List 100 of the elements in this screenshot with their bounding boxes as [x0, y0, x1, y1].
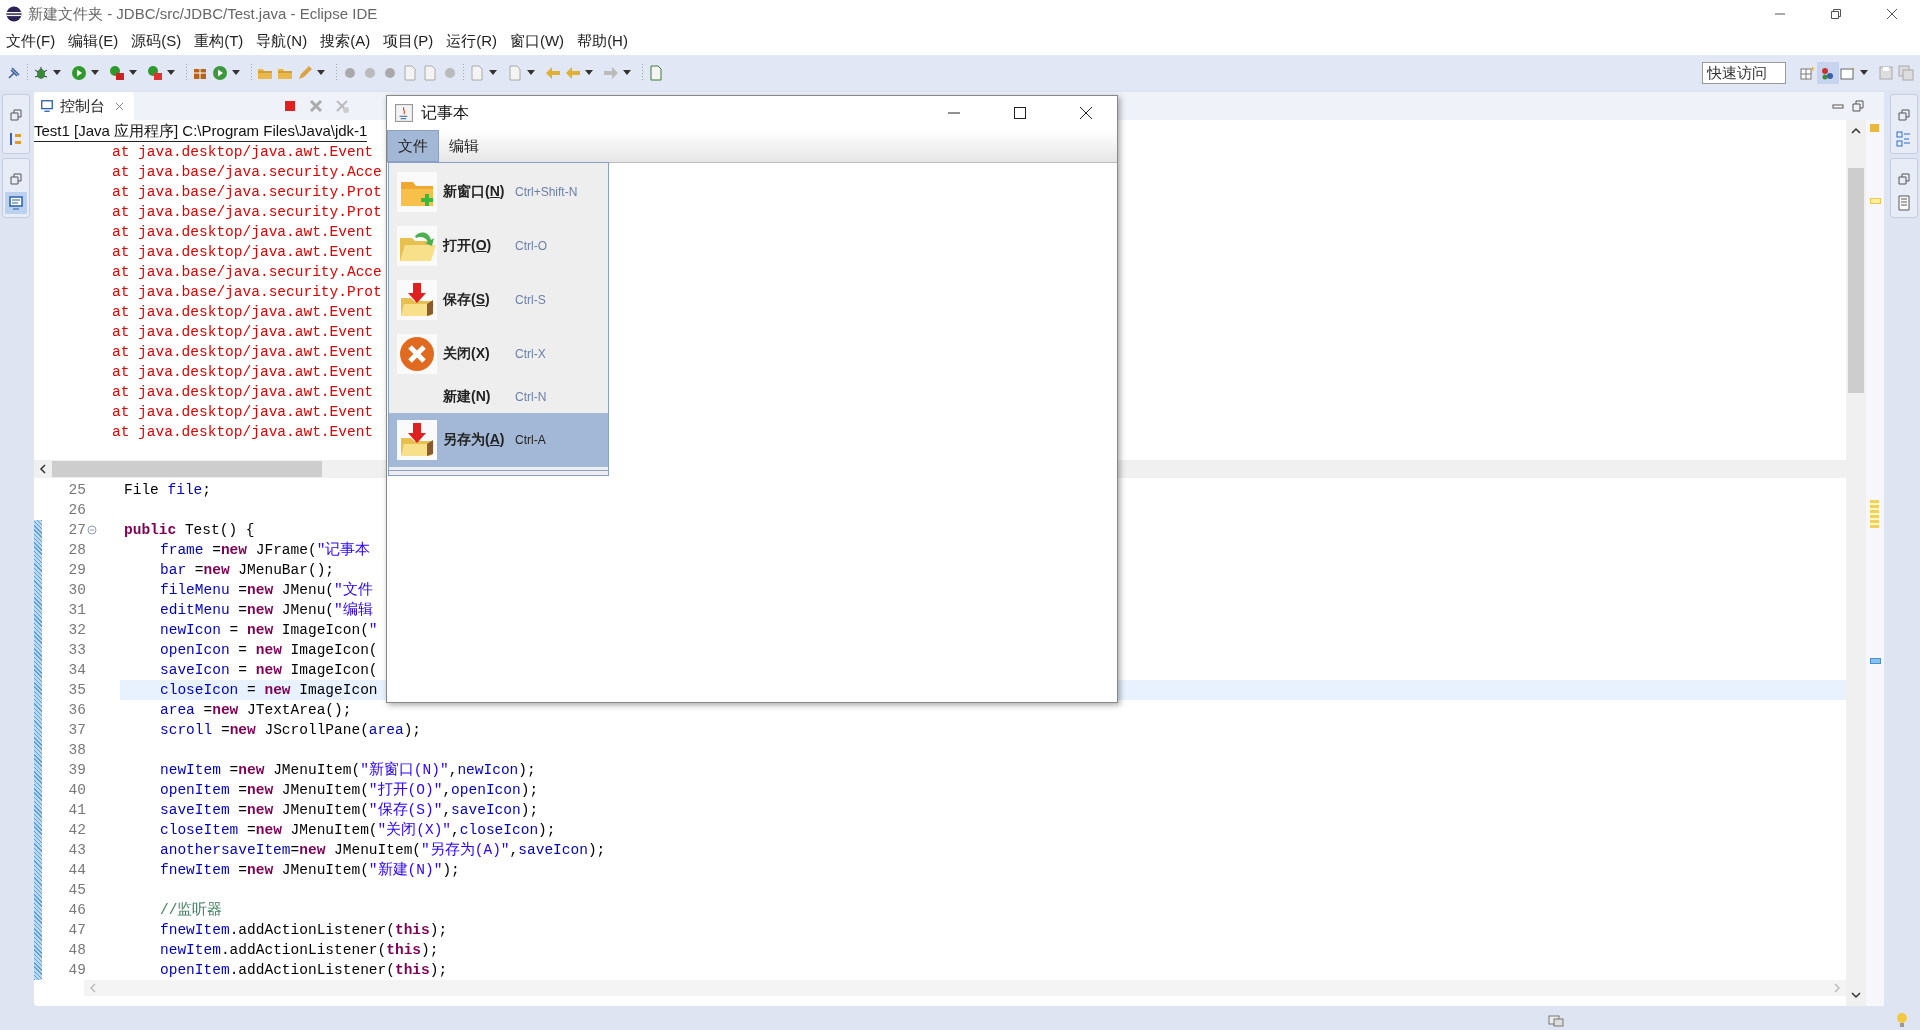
shortcut-label: Ctrl-O [515, 239, 547, 253]
line-number: 25 [67, 482, 86, 498]
menu-item[interactable]: 运行(R) [446, 32, 497, 51]
new-class-icon[interactable] [212, 64, 228, 81]
line-number: 38 [67, 742, 86, 758]
menu-item[interactable]: 搜索(A) [320, 32, 371, 51]
menu-item[interactable]: 重构(T) [194, 32, 244, 51]
remove-all-icon[interactable] [334, 98, 350, 114]
caret-icon[interactable] [129, 70, 137, 75]
caret-icon[interactable] [232, 70, 240, 75]
hierarchy-icon[interactable] [8, 131, 24, 147]
coverage-icon[interactable] [147, 64, 163, 81]
caret-icon[interactable] [91, 70, 99, 75]
open-folder-icon [397, 226, 437, 266]
scrollbar-thumb[interactable] [1848, 168, 1864, 393]
caret-icon[interactable] [623, 70, 631, 75]
code-line: saveIcon = new ImageIcon( [160, 661, 378, 680]
bug-icon[interactable] [33, 64, 49, 81]
console-tab[interactable]: 控制台 [34, 92, 134, 120]
code-line: File file; [124, 481, 212, 500]
stop-icon[interactable] [282, 98, 298, 114]
quick-access-field[interactable]: 快速访问 [1702, 61, 1786, 84]
save-all-icon[interactable] [1898, 64, 1914, 81]
console-icon[interactable] [8, 195, 24, 211]
console-line: at java.desktop/java.awt.Event [112, 364, 374, 380]
java-perspective-icon[interactable] [1820, 64, 1836, 81]
maximize-icon[interactable] [1013, 106, 1027, 120]
run-tool-icon[interactable] [109, 64, 125, 81]
menu-item[interactable]: 编辑(E) [68, 32, 119, 51]
menu-item[interactable]: 窗口(W) [509, 32, 565, 51]
menu-item[interactable]: 新建(N) Ctrl-N [389, 381, 608, 413]
page-icon[interactable] [402, 64, 418, 81]
menu-item[interactable]: 帮助(H) [577, 32, 628, 51]
menu-item[interactable]: 文件(F) [6, 32, 56, 51]
shortcut-label: Ctrl-N [515, 390, 547, 404]
line-number: 39 [67, 762, 86, 778]
menu-item[interactable]: 文件 [387, 130, 439, 162]
console-line: at java.base/java.security.Prot [112, 204, 382, 220]
line-number: 31 [67, 602, 86, 618]
restore-icon[interactable] [8, 107, 24, 123]
restore-icon[interactable] [1830, 8, 1842, 20]
code-line: fnewItem.addActionListener(this); [160, 921, 448, 940]
run-icon[interactable] [71, 64, 87, 81]
code-line: openItem.addActionListener(this); [160, 961, 448, 980]
close-icon[interactable] [1079, 106, 1093, 120]
overview-marker[interactable] [1870, 500, 1879, 528]
overview-marker[interactable] [1870, 198, 1881, 204]
outline-icon[interactable] [1896, 131, 1912, 147]
horizontal-scrollbar[interactable] [84, 980, 1846, 996]
shortcut-label: Ctrl+Shift-N [515, 185, 578, 199]
console-line: at java.desktop/java.awt.Event [112, 304, 374, 320]
scrollbar-thumb[interactable] [52, 461, 322, 477]
caret-icon[interactable] [489, 70, 497, 75]
document-icon[interactable] [1896, 195, 1912, 211]
menu-item[interactable]: 另存为(A) Ctrl-A [389, 413, 608, 467]
menu-item[interactable]: 源码(S) [131, 32, 182, 51]
status-icon[interactable] [1548, 1012, 1564, 1028]
menu-item[interactable]: 保存(S) Ctrl-S [389, 273, 608, 327]
java-icon [395, 104, 413, 122]
menu-item[interactable]: 导航(N) [256, 32, 308, 51]
caret-icon[interactable] [53, 70, 61, 75]
fold-icon[interactable] [87, 525, 97, 535]
menu-item[interactable]: 关闭(X) Ctrl-X [389, 327, 608, 381]
menu-item[interactable]: 打开(O) Ctrl-O [389, 219, 608, 273]
restore-icon[interactable] [1896, 107, 1912, 123]
close-icon[interactable] [1886, 8, 1898, 20]
caret-icon[interactable] [1860, 70, 1868, 75]
restore-icon[interactable] [1896, 171, 1912, 187]
lightbulb-icon[interactable] [1894, 1012, 1910, 1028]
caret-icon[interactable] [317, 70, 325, 75]
save-icon[interactable] [1878, 64, 1894, 81]
menu-item[interactable]: 新窗口(N) Ctrl+Shift-N [389, 165, 608, 219]
caret-icon[interactable] [527, 70, 535, 75]
console-line: at java.base/java.security.Acce [112, 164, 382, 180]
restore-icon[interactable] [8, 171, 24, 187]
vertical-scrollbar[interactable] [1846, 120, 1866, 1006]
perspective-icon[interactable] [1800, 64, 1816, 81]
overview-marker[interactable] [1870, 658, 1881, 664]
menu-item[interactable]: 项目(P) [383, 32, 434, 51]
code-line: public Test() { [124, 521, 255, 540]
code-line: //监听器 [160, 901, 223, 920]
code-line: frame =new JFrame("记事本 [160, 540, 371, 560]
remove-icon[interactable] [308, 98, 324, 114]
menu-item[interactable]: 编辑 [439, 130, 489, 162]
code-line: fnewItem =new JMenuItem("新建(N)"); [160, 860, 460, 880]
line-number: 42 [67, 822, 86, 838]
console-line: at java.desktop/java.awt.Event [112, 404, 374, 420]
new-window-icon[interactable] [648, 64, 664, 81]
line-number: 27 [67, 522, 86, 538]
pin-icon[interactable] [6, 64, 22, 81]
page-icon[interactable] [422, 64, 438, 81]
line-number: 28 [67, 542, 86, 558]
line-number: 43 [67, 842, 86, 858]
code-line: newItem.addActionListener(this); [160, 941, 439, 960]
console-icon [40, 99, 54, 113]
caret-icon[interactable] [167, 70, 175, 75]
overview-marker[interactable] [1870, 124, 1879, 132]
shortcut-label: Ctrl-S [515, 293, 546, 307]
caret-icon[interactable] [585, 70, 593, 75]
code-line: editMenu =new JMenu("编辑 [160, 600, 373, 620]
